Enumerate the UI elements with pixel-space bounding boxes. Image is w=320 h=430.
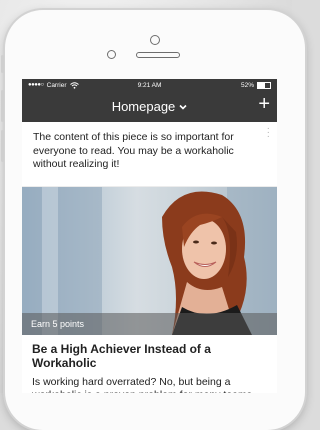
chevron-down-icon <box>179 104 187 110</box>
feature-article[interactable]: Be a High Achiever Instead of a Workahol… <box>22 335 277 393</box>
nav-bar: Homepage + <box>22 91 277 122</box>
front-camera <box>150 35 160 45</box>
phone-volume-down <box>1 130 4 162</box>
phone-side-button <box>1 55 4 73</box>
proximity-sensor <box>107 50 116 59</box>
add-button[interactable]: + <box>258 93 270 116</box>
page-title: Homepage <box>111 99 176 114</box>
earn-points-badge: Earn 5 points <box>22 313 277 335</box>
article-body: Is working hard overrated? No, but being… <box>32 376 255 393</box>
article-title: Be a High Achiever Instead of a Workahol… <box>32 342 211 370</box>
more-options-icon[interactable]: · · · <box>267 124 270 142</box>
battery-icon <box>257 81 271 89</box>
ear-speaker <box>136 52 180 58</box>
status-bar: ●●●●○ Carrier 9:21 AM 52% <box>22 79 277 91</box>
earn-points-label: Earn 5 points <box>31 319 85 329</box>
intro-text: The content of this piece is so importan… <box>33 131 234 170</box>
feed: The content of this piece is so importan… <box>22 122 277 393</box>
status-time: 9:21 AM <box>137 81 162 89</box>
feature-image[interactable]: Earn 5 points <box>22 187 277 335</box>
intro-card[interactable]: The content of this piece is so importan… <box>22 122 277 187</box>
phone-screen: ●●●●○ Carrier 9:21 AM 52% Homepage + The… <box>22 79 277 393</box>
phone-volume-up <box>1 90 4 122</box>
homepage-dropdown[interactable]: Homepage <box>112 99 188 114</box>
